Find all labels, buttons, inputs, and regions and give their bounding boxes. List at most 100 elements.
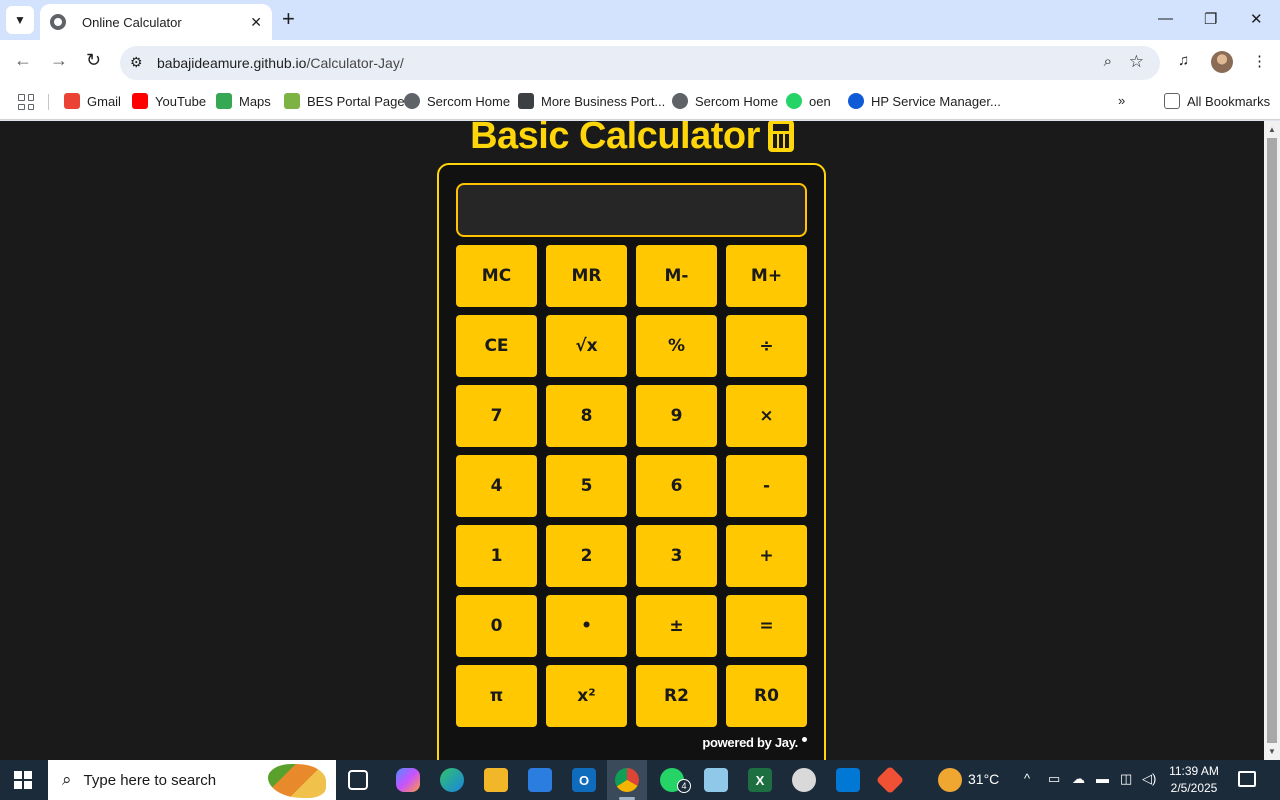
site-info-icon[interactable]: ⚙ [130,54,143,71]
bookmark-youtube[interactable]: YouTube [132,93,206,109]
apps-icon[interactable] [18,94,34,110]
key-6[interactable]: 6 [636,455,717,517]
taskbar: ⌕ Type here to search O X 31°C ^ ▭ ☁ ▬ ◫… [0,760,1280,800]
git-icon[interactable] [875,765,905,795]
notification-icon[interactable] [1238,771,1256,787]
excel-icon[interactable]: X [748,768,772,792]
key-4[interactable]: 4 [456,455,537,517]
scroll-down-icon[interactable]: ▼ [1268,747,1276,756]
calculator-icon [767,121,794,152]
bookmark-sercom-home-2[interactable]: Sercom Home [672,93,778,109]
key-2[interactable]: 2 [546,525,627,587]
key-9[interactable]: 9 [636,385,717,447]
key-3[interactable]: 3 [636,525,717,587]
file-explorer-icon[interactable] [484,768,508,792]
key-5[interactable]: 5 [546,455,627,517]
all-bookmarks[interactable]: All Bookmarks [1164,93,1270,109]
key-r2[interactable]: R2 [636,665,717,727]
close-tab-icon[interactable]: ✕ [250,14,262,31]
reload-button[interactable]: ↻ [86,50,101,71]
key-7[interactable]: 7 [456,385,537,447]
media-control-icon[interactable]: ♫ [1178,52,1189,69]
search-highlight-image [268,764,326,798]
forward-button[interactable]: → [50,50,68,71]
key-plus[interactable]: + [726,525,807,587]
key-plus-minus[interactable]: ± [636,595,717,657]
scrollbar[interactable]: ▲ ▼ [1264,121,1280,760]
bookmark-label: Sercom Home [427,93,511,109]
search-placeholder: Type here to search [83,771,217,789]
bookmark-gmail[interactable]: Gmail [64,93,121,109]
key-percent[interactable]: % [636,315,717,377]
bookmark-oen[interactable]: oen [786,93,831,109]
clock[interactable]: 11:39 AM 2/5/2025 [1164,763,1224,797]
zoom-icon[interactable]: ⌕ [1104,53,1112,70]
calculator-display[interactable] [456,183,807,237]
key-divide[interactable]: ÷ [726,315,807,377]
key-mc[interactable]: MC [456,245,537,307]
bookmark-label: HP Service Manager... [871,93,1001,109]
menu-icon[interactable]: ⋮ [1252,52,1267,70]
show-hidden-icons[interactable]: ^ [1024,771,1030,786]
back-button[interactable]: ← [14,50,32,71]
meet-icon[interactable]: ▭ [1048,771,1060,787]
url-text[interactable]: babajideamure.github.io/Calculator-Jay/ [157,55,404,71]
bookmark-more-business[interactable]: More Business Port... [518,93,665,109]
taskbar-search[interactable]: ⌕ Type here to search [48,760,336,800]
key-minus[interactable]: - [726,455,807,517]
key-0[interactable]: 0 [456,595,537,657]
network-icon[interactable]: ◫ [1120,771,1132,787]
key-m-plus[interactable]: M+ [726,245,807,307]
volume-icon[interactable]: ◁) [1142,771,1156,787]
tab-search-button[interactable]: ▼ [6,6,34,34]
windows-start-icon[interactable] [14,771,32,789]
address-bar[interactable]: ⚙ babajideamure.github.io/Calculator-Jay… [120,46,1160,80]
copilot-icon[interactable] [396,768,420,792]
key-8[interactable]: 8 [546,385,627,447]
chrome-icon[interactable] [615,768,639,792]
microsoft-store-icon[interactable] [528,768,552,792]
bes-portal-icon [284,93,300,109]
bookmark-label: Maps [239,93,271,109]
bookmark-sercom-home[interactable]: Sercom Home [404,93,510,109]
bookmarks-overflow-icon[interactable]: » [1118,93,1125,108]
key-m-minus[interactable]: M- [636,245,717,307]
new-tab-button[interactable]: + [282,8,295,30]
key-multiply[interactable]: × [726,385,807,447]
globe-icon [50,14,66,30]
calculator: MC MR M- M+ CE √x% ÷ 7 8 9 × 4 5 6- 1 2 3 +0 • ± = π x² R2 R0 po… [437,163,826,760]
key-r0[interactable]: R0 [726,665,807,727]
paint-icon[interactable] [792,768,816,792]
scrollbar-thumb[interactable] [1267,138,1277,743]
key-mr[interactable]: MR [546,245,627,307]
vscode-icon[interactable] [836,768,860,792]
task-view-icon[interactable] [348,770,368,790]
weather-temp[interactable]: 31°C [968,771,999,787]
notes-app-icon[interactable] [704,768,728,792]
profile-avatar[interactable] [1211,51,1233,73]
weather-icon[interactable] [938,768,962,792]
minimize-button[interactable]: — [1158,10,1173,27]
battery-icon[interactable]: ▬ [1096,771,1109,786]
key-decimal[interactable]: • [546,595,627,657]
restore-button[interactable]: ❐ [1204,10,1217,28]
key-square[interactable]: x² [546,665,627,727]
bookmark-hp-service[interactable]: HP Service Manager... [848,93,1001,109]
onedrive-icon[interactable]: ☁ [1072,771,1085,787]
close-window-button[interactable]: ✕ [1250,10,1263,28]
whatsapp-badge: 4 [677,779,691,793]
bookmark-maps[interactable]: Maps [216,93,271,109]
outlook-icon[interactable]: O [572,768,596,792]
edge-icon[interactable] [440,768,464,792]
bookmark-bes-portal[interactable]: BES Portal Page [284,93,405,109]
key-ce[interactable]: CE [456,315,537,377]
active-tab[interactable]: Online Calculator ✕ [40,4,272,40]
key-equals[interactable]: = [726,595,807,657]
all-bookmarks-label: All Bookmarks [1187,93,1271,109]
key-sqrt[interactable]: √x [546,315,627,377]
powered-by: powered by Jay. [702,735,807,750]
bookmark-star-icon[interactable]: ☆ [1129,52,1144,72]
scroll-up-icon[interactable]: ▲ [1268,125,1276,134]
key-1[interactable]: 1 [456,525,537,587]
key-pi[interactable]: π [456,665,537,727]
